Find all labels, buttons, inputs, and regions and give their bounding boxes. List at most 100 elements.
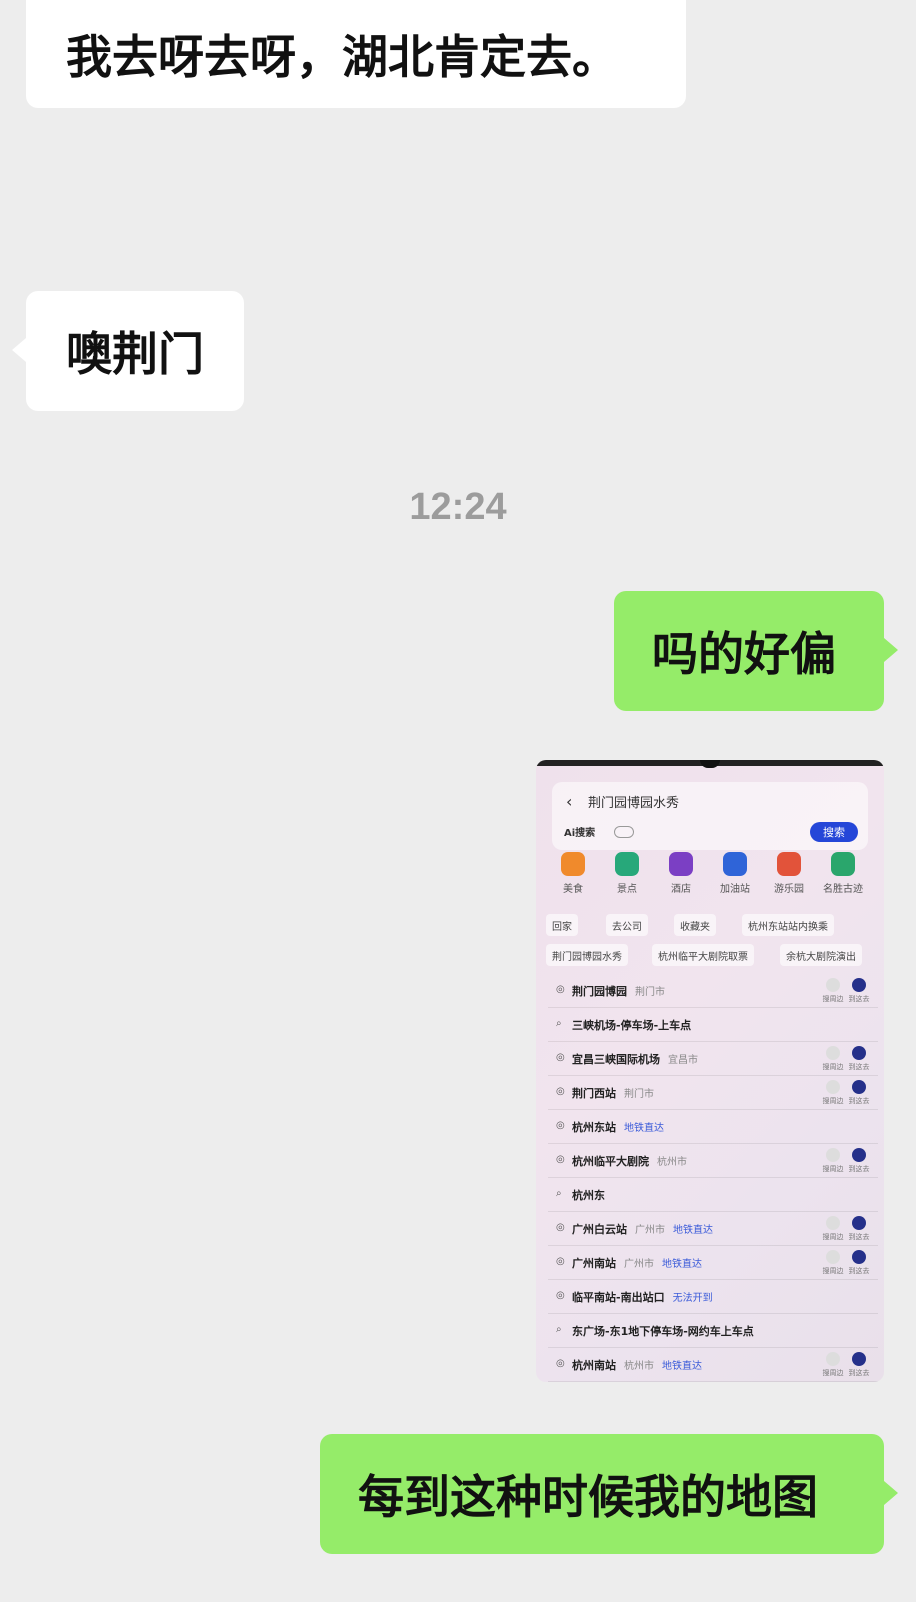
result-row[interactable]: ◎ 宜昌三峡国际机场 宜昌市 搜周边 到这去 bbox=[548, 1042, 878, 1076]
nearby-icon bbox=[826, 1352, 840, 1366]
chip-history[interactable]: 杭州东站站内换乘 bbox=[742, 914, 834, 936]
message-text: 吗的好偏 bbox=[652, 627, 836, 681]
chip-history[interactable]: 荆门园博园水秀 bbox=[546, 944, 628, 966]
navigate-button[interactable]: 到这去 bbox=[846, 1250, 872, 1276]
category-food[interactable]: 美食 bbox=[546, 852, 600, 895]
navigate-button[interactable]: 到这去 bbox=[846, 1352, 872, 1378]
nearby-button[interactable]: 搜周边 bbox=[820, 978, 846, 1004]
result-name: 广州南站 广州市 地铁直达 bbox=[572, 1257, 702, 1270]
result-row[interactable]: ◎ 广州南站 广州市 地铁直达 搜周边 到这去 bbox=[548, 1246, 878, 1280]
nearby-icon bbox=[826, 1148, 840, 1162]
result-city: 宜昌市 bbox=[668, 1055, 698, 1066]
result-tag: 地铁直达 bbox=[662, 1361, 702, 1372]
category-hotel[interactable]: 酒店 bbox=[654, 852, 708, 895]
message-bubble-sent[interactable]: 吗的好偏 bbox=[614, 591, 884, 711]
navigate-icon bbox=[852, 1250, 866, 1264]
location-pin-icon: ◎ bbox=[556, 984, 565, 995]
location-pin-icon: ◎ bbox=[556, 1358, 565, 1369]
result-city: 广州市 bbox=[635, 1225, 665, 1236]
navigate-icon bbox=[852, 1046, 866, 1060]
result-row[interactable]: ◎ 杭州南站 杭州市 地铁直达 搜周边 到这去 bbox=[548, 1348, 878, 1382]
message-bubble-received[interactable]: 噢荆门 bbox=[26, 291, 244, 411]
amusement-park-icon bbox=[777, 852, 801, 876]
navigate-label: 到这去 bbox=[848, 1063, 870, 1071]
nearby-label: 搜周边 bbox=[822, 995, 844, 1003]
chip-history[interactable]: 杭州临平大剧院取票 bbox=[652, 944, 754, 966]
result-city: 杭州市 bbox=[657, 1157, 687, 1168]
result-actions: 搜周边 到这去 bbox=[820, 1046, 872, 1073]
nearby-button[interactable]: 搜周边 bbox=[820, 1148, 846, 1174]
navigate-button[interactable]: 到这去 bbox=[846, 1148, 872, 1174]
message-text: 我去呀去呀，湖北肯定去。 bbox=[66, 30, 618, 84]
chip-home[interactable]: 回家 bbox=[546, 914, 578, 936]
result-row[interactable]: ⌕ 杭州东 bbox=[548, 1178, 878, 1212]
result-row[interactable]: ◎ 临平南站-南出站口 无法开到 bbox=[548, 1280, 878, 1314]
map-search-bar[interactable]: ‹ 荆门园博园水秀 Ai搜索 搜索 bbox=[552, 782, 868, 850]
result-row[interactable]: ⌕ 三峡机场-停车场-上车点 bbox=[548, 1008, 878, 1042]
navigate-icon bbox=[852, 978, 866, 992]
result-name: 荆门园博园 荆门市 bbox=[572, 985, 665, 998]
result-city: 广州市 bbox=[624, 1259, 654, 1270]
location-pin-icon: ◎ bbox=[556, 1154, 565, 1165]
navigate-button[interactable]: 到这去 bbox=[846, 1080, 872, 1106]
nearby-label: 搜周边 bbox=[822, 1097, 844, 1105]
image-message[interactable]: ‹ 荆门园博园水秀 Ai搜索 搜索 美食 景点 酒店 加油站 游乐园 名胜古迹 bbox=[536, 760, 884, 1382]
result-city: 杭州市 bbox=[624, 1361, 654, 1372]
search-icon: ⌕ bbox=[556, 1324, 562, 1335]
back-icon[interactable]: ‹ bbox=[566, 792, 572, 811]
category-historic-sites[interactable]: 名胜古迹 bbox=[816, 852, 870, 895]
result-row[interactable]: ⌕ 东广场-东1地下停车场-网约车上车点 bbox=[548, 1314, 878, 1348]
message-bubble-sent[interactable]: 每到这种时候我的地图 bbox=[320, 1434, 884, 1554]
nearby-button[interactable]: 搜周边 bbox=[820, 1046, 846, 1072]
nearby-icon bbox=[826, 1216, 840, 1230]
location-pin-icon: ◎ bbox=[556, 1290, 565, 1301]
search-query[interactable]: 荆门园博园水秀 bbox=[588, 792, 679, 811]
result-tag: 无法开到 bbox=[672, 1293, 713, 1304]
result-row[interactable]: ◎ 荆门园博园 荆门市搜周边 到这去 bbox=[548, 974, 878, 1008]
ai-search-label: Ai搜索 bbox=[564, 828, 596, 839]
message-text: 每到这种时候我的地图 bbox=[358, 1470, 818, 1524]
camera-notch bbox=[700, 760, 720, 768]
chip-office[interactable]: 去公司 bbox=[606, 914, 648, 936]
search-button[interactable]: 搜索 bbox=[810, 822, 858, 842]
result-tag: 地铁直达 bbox=[624, 1123, 664, 1134]
nearby-icon bbox=[826, 1046, 840, 1060]
nearby-button[interactable]: 搜周边 bbox=[820, 1080, 846, 1106]
historic-sites-icon bbox=[831, 852, 855, 876]
result-name: 东广场-东1地下停车场-网约车上车点 bbox=[572, 1325, 754, 1338]
nearby-button[interactable]: 搜周边 bbox=[820, 1216, 846, 1242]
navigate-button[interactable]: 到这去 bbox=[846, 1216, 872, 1242]
category-row: 美食 景点 酒店 加油站 游乐园 名胜古迹 bbox=[546, 852, 876, 902]
navigate-label: 到这去 bbox=[848, 995, 870, 1003]
category-gas-station[interactable]: 加油站 bbox=[708, 852, 762, 895]
nearby-button[interactable]: 搜周边 bbox=[820, 1250, 846, 1276]
nearby-button[interactable]: 搜周边 bbox=[820, 1352, 846, 1378]
navigate-button[interactable]: 到这去 bbox=[846, 978, 872, 1004]
chip-history[interactable]: 余杭大剧院演出 bbox=[780, 944, 862, 966]
result-actions: 搜周边 到这去 bbox=[820, 1216, 872, 1243]
location-pin-icon: ◎ bbox=[556, 1222, 565, 1233]
result-row[interactable]: ◎ 荆门西站 荆门市 搜周边 到这去 bbox=[548, 1076, 878, 1110]
result-actions: 搜周边 到这去 bbox=[820, 1250, 872, 1277]
gas-station-icon bbox=[723, 852, 747, 876]
result-row[interactable]: ◎ 广州白云站 广州市 地铁直达 搜周边 到这去 bbox=[548, 1212, 878, 1246]
location-pin-icon: ◎ bbox=[556, 1052, 565, 1063]
result-name: 杭州临平大剧院 杭州市 bbox=[572, 1155, 687, 1168]
result-row[interactable]: ◎ 杭州临平大剧院 杭州市 搜周边 到这去 bbox=[548, 1144, 878, 1178]
bubble-tail bbox=[884, 1481, 898, 1505]
message-bubble-received[interactable]: 我去呀去呀，湖北肯定去。 bbox=[26, 0, 686, 108]
result-city: 荆门市 bbox=[624, 1089, 654, 1100]
nearby-icon bbox=[826, 978, 840, 992]
ai-search-toggle[interactable] bbox=[614, 826, 634, 838]
category-amusement-park[interactable]: 游乐园 bbox=[762, 852, 816, 895]
navigate-label: 到这去 bbox=[848, 1097, 870, 1105]
category-scenic[interactable]: 景点 bbox=[600, 852, 654, 895]
search-icon: ⌕ bbox=[556, 1018, 562, 1029]
nearby-icon bbox=[826, 1080, 840, 1094]
location-pin-icon: ◎ bbox=[556, 1256, 565, 1267]
timestamp: 12:24 bbox=[409, 486, 507, 528]
chip-favorites[interactable]: 收藏夹 bbox=[674, 914, 716, 936]
navigate-icon bbox=[852, 1148, 866, 1162]
result-row[interactable]: ◎ 杭州东站 地铁直达 bbox=[548, 1110, 878, 1144]
navigate-button[interactable]: 到这去 bbox=[846, 1046, 872, 1072]
